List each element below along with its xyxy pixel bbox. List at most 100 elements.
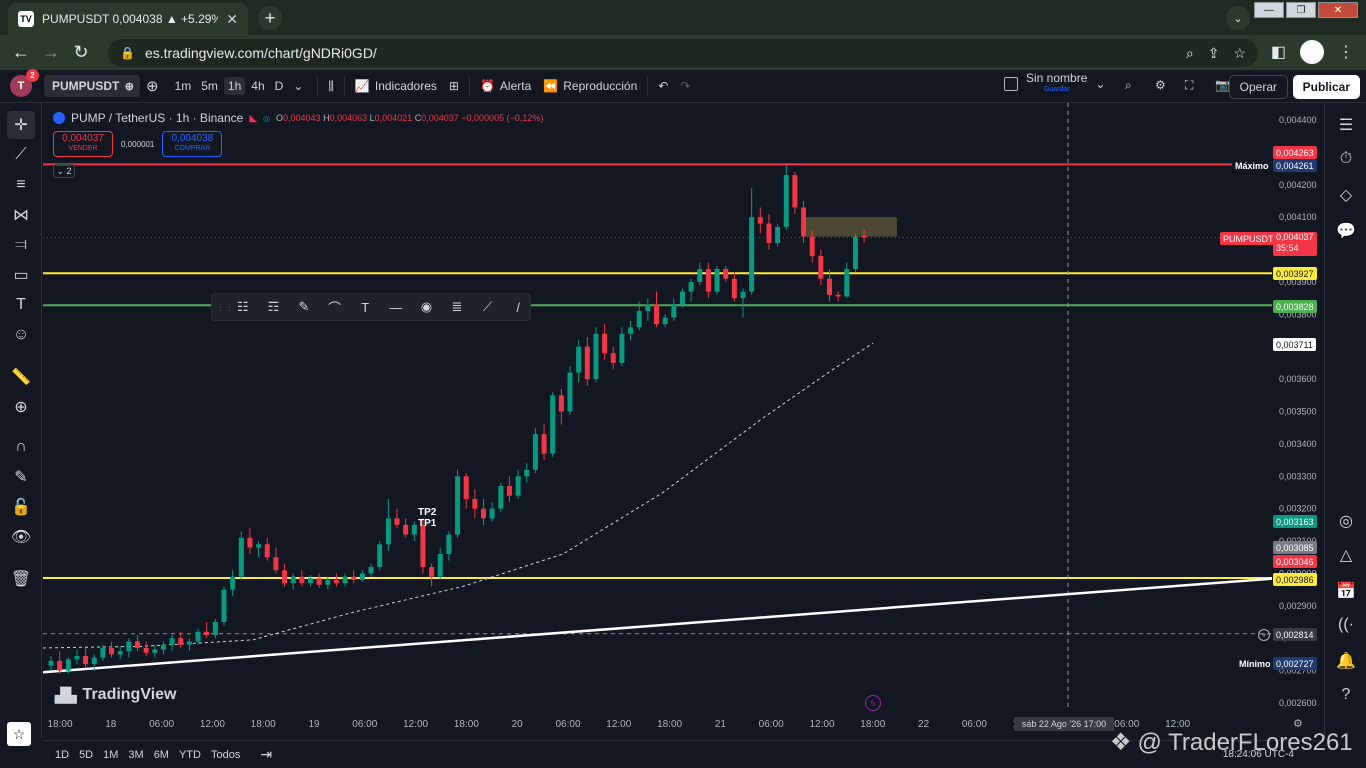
undo-icon[interactable]: ↶ (652, 70, 674, 103)
max-label: Máximo (1232, 159, 1272, 172)
legend-symbol[interactable]: PUMP / TetherUS · 1h · Binance (71, 111, 243, 125)
indicators-button[interactable]: 📈 Indicadores (349, 70, 443, 103)
symbol-search[interactable]: PUMPUSDT ⊕ (44, 75, 140, 97)
trade-button[interactable]: Operar (1228, 75, 1288, 99)
camera-snapshot-icon[interactable]: 📷 (1215, 78, 1230, 92)
bookmark-star-icon[interactable]: ☆ (1233, 45, 1246, 62)
redo-icon[interactable]: ↷ (674, 70, 696, 103)
publish-button[interactable]: Publicar (1292, 75, 1360, 99)
fullscreen-icon[interactable]: ⛶ (1185, 78, 1193, 93)
trash-icon[interactable]: 🗑 (7, 565, 35, 593)
tradingview-logo[interactable]: ▟▙ TradingView (55, 686, 177, 704)
lock-drawings-icon[interactable]: 🔓 (7, 493, 35, 521)
browser-tab[interactable]: TV PUMPUSDT 0,004038 ▲ +5.29% ✕ (8, 3, 248, 35)
range-6m[interactable]: 6M (154, 749, 169, 761)
gann-tool-icon[interactable]: ☶ (262, 295, 286, 319)
chat-icon[interactable]: 💬 (1332, 217, 1360, 245)
range-5d[interactable]: 5D (79, 749, 93, 761)
quick-search-icon[interactable]: ⌕ (1125, 78, 1132, 93)
tf-1m[interactable]: 1m (171, 77, 196, 95)
add-alert-plus-icon[interactable]: + (1258, 629, 1270, 641)
share-icon[interactable]: ⇪ (1208, 45, 1220, 62)
layers-icon[interactable]: ◇ (1332, 181, 1360, 209)
zoom-icon[interactable]: ⌕ (1186, 45, 1194, 62)
tp-annotations[interactable]: TP2 TP1 (418, 507, 436, 529)
back-icon[interactable]: ← (6, 38, 36, 68)
ideas-icon[interactable]: △ (1332, 541, 1360, 569)
notifications-bell-icon[interactable]: 🔔 (1332, 647, 1360, 675)
ruler-icon[interactable]: 📏 (7, 363, 35, 391)
lightning-icon[interactable]: ϟ (865, 695, 881, 711)
tf-d[interactable]: D (271, 77, 288, 95)
line-icon[interactable]: / (506, 295, 530, 319)
layout-name-button[interactable]: Sin nombre Guardar ⌄ (1004, 72, 1105, 96)
add-symbol-icon[interactable]: ⊕ (140, 70, 165, 103)
indicators-collapse-button[interactable]: ⌄ 2 (53, 164, 75, 178)
range-3m[interactable]: 3M (128, 749, 143, 761)
fib-tool-icon[interactable]: ☷ (231, 295, 255, 319)
minimize-icon[interactable]: — (1254, 2, 1284, 18)
crosshair-icon[interactable]: ✛ (7, 111, 35, 139)
close-window-icon[interactable]: ✕ (1318, 2, 1358, 18)
chart-type-icon[interactable]: ⫼ (322, 70, 340, 103)
calendar-icon[interactable]: 📅 (1332, 577, 1360, 605)
pattern-icon[interactable]: ⋈ (7, 201, 35, 229)
flag-icon[interactable]: ◣ (249, 113, 257, 124)
address-bar[interactable]: 🔒 es.tradingview.com/chart/gNDRi0GD/ ⌕ ⇪… (108, 39, 1258, 67)
geometric-shapes-icon[interactable]: ▭ (7, 261, 35, 289)
trend-line-icon[interactable]: ⟋ (7, 141, 35, 169)
sell-button[interactable]: 0,004037 VENDER (53, 131, 113, 157)
zoom-in-icon[interactable]: ⊕ (7, 393, 35, 421)
chart-pane[interactable]: 0,0044000,0043000,0042000,0041000,004000… (43, 103, 1324, 740)
timeframe-dropdown-icon[interactable]: ⌄ (289, 77, 307, 95)
browser-menu-icon[interactable]: ⋮ (1338, 42, 1354, 62)
alerts-clock-icon[interactable]: ⏱ (1332, 145, 1360, 173)
buy-button[interactable]: 0,004038 COMPRAR (162, 131, 223, 157)
fib-retracement-icon[interactable]: ≡ (7, 171, 35, 199)
forward-icon[interactable]: → (36, 38, 66, 68)
range-1d[interactable]: 1D (55, 749, 69, 761)
close-tab-icon[interactable]: ✕ (226, 11, 238, 28)
range-ytd[interactable]: YTD (179, 749, 201, 761)
tf-4h[interactable]: 4h (247, 77, 268, 95)
tf-1h[interactable]: 1h (223, 77, 246, 95)
magnet-icon[interactable]: ∩ (7, 433, 35, 461)
target-icon[interactable]: ◎ (1332, 507, 1360, 535)
price-chart[interactable]: 0,0044000,0043000,0042000,0041000,004000… (43, 103, 1324, 740)
side-panel-icon[interactable]: ◧ (1271, 42, 1286, 62)
circle-icon[interactable]: ◉ (415, 295, 439, 319)
horizontal-ray-icon[interactable]: — (384, 295, 408, 319)
tf-5m[interactable]: 5m (197, 77, 222, 95)
restore-icon[interactable]: ❐ (1286, 2, 1316, 18)
lines-icon[interactable]: ≣ (445, 295, 469, 319)
profile-avatar[interactable] (1300, 40, 1324, 64)
replay-button[interactable]: ⏪ Reproducción (537, 70, 643, 103)
templates-icon[interactable]: ⊞ (443, 70, 465, 103)
stay-in-drawing-icon[interactable]: ✎ (7, 463, 35, 491)
drag-handle[interactable]: ⋮⋮ (216, 302, 234, 313)
alert-button[interactable]: ⏰ Alerta (474, 70, 537, 103)
streams-icon[interactable]: ((· (1332, 611, 1360, 639)
hide-drawings-eye-icon[interactable]: 👁 (7, 523, 35, 551)
tab-search-icon[interactable]: ⌄ (1226, 6, 1250, 30)
text-tool-icon[interactable]: T (7, 291, 35, 319)
text-icon[interactable]: T (353, 295, 377, 319)
floating-drawing-toolbar[interactable]: ⋮⋮ ☷ ☶ ✎ ⌒ T — ◉ ≣ ⟋ / (211, 293, 531, 321)
path-icon[interactable]: ⌒ (323, 295, 347, 319)
user-avatar[interactable]: T 2 (10, 69, 39, 97)
help-icon[interactable]: ? (1332, 681, 1360, 709)
watchlist-icon[interactable]: ☰ (1332, 111, 1360, 139)
settings-gear-icon[interactable]: ⚙ (1155, 78, 1166, 92)
range-all[interactable]: Todos (211, 749, 240, 761)
goto-date-icon[interactable]: ⇥ (260, 746, 272, 763)
lock-icon[interactable]: 🔒 (120, 46, 135, 60)
brush-icon[interactable]: ✎ (292, 295, 316, 319)
favorites-star-icon[interactable]: ☆ (7, 722, 31, 746)
icons-smiley-icon[interactable]: ☺ (7, 321, 35, 349)
range-1m[interactable]: 1M (103, 749, 118, 761)
reload-icon[interactable]: ↻ (66, 38, 96, 68)
new-tab-button[interactable]: + (258, 6, 282, 30)
forecast-icon[interactable]: ⫤ (7, 231, 35, 259)
compare-symbol-icon[interactable]: ⊕ (125, 80, 134, 93)
ray-icon[interactable]: ⟋ (476, 295, 500, 319)
